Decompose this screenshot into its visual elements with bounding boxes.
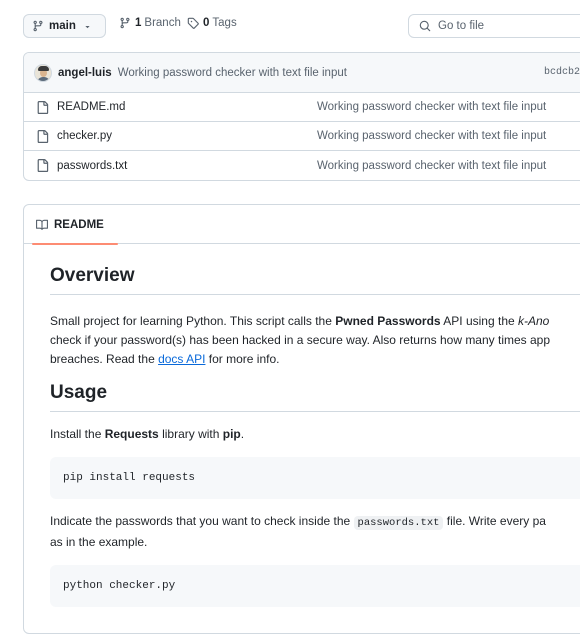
code-install-command: pip install requests [63, 472, 196, 484]
file-icon [37, 129, 49, 143]
overview-paragraph-line1: Small project for learning Python. This … [50, 314, 550, 328]
book-icon [36, 219, 48, 230]
branches-link[interactable]: 1 Branch [119, 17, 181, 29]
usage-passwords-line1: Indicate the passwords that you want to … [50, 514, 546, 530]
git-branch-icon [33, 20, 43, 32]
file-commit-message[interactable]: Working password checker with text file … [317, 130, 546, 142]
commit-message[interactable]: Working password checker with text file … [118, 67, 347, 79]
overview-paragraph-line3: breaches. Read the docs API for more inf… [50, 352, 280, 366]
go-to-file-input[interactable]: Go to file [408, 14, 580, 38]
branches-count: 1 [135, 17, 142, 29]
docs-api-link[interactable]: docs API [158, 352, 205, 366]
usage-passwords-line2: as in the example. [50, 535, 148, 549]
readme-content: Overview Small project for learning Pyth… [50, 265, 580, 607]
tags-count: 0 [203, 17, 210, 29]
file-commit-message[interactable]: Working password checker with text file … [317, 101, 546, 113]
caret-down-icon [85, 25, 90, 28]
code-block-install[interactable]: pip install requests [50, 457, 580, 499]
go-to-file-placeholder: Go to file [438, 20, 485, 32]
tab-readme[interactable]: README [32, 205, 118, 245]
latest-commit-row: angel-luis Working password checker with… [24, 53, 580, 93]
file-name[interactable]: passwords.txt [57, 160, 127, 172]
branches-label: Branch [144, 17, 181, 29]
search-icon [419, 20, 431, 32]
code-run-command: python checker.py [63, 580, 176, 592]
avatar[interactable] [34, 63, 52, 82]
pwned-passwords-text: Pwned Passwords [335, 314, 441, 328]
usage-heading: Usage [50, 382, 580, 412]
code-block-run[interactable]: python checker.py [50, 565, 580, 607]
file-row-passwords[interactable]: passwords.txt Working password checker w… [24, 151, 580, 180]
file-row-checker[interactable]: checker.py Working password checker with… [24, 122, 580, 151]
readme-panel: README Overview Small project for learni… [23, 204, 580, 634]
tag-icon [187, 17, 199, 29]
file-icon [37, 100, 49, 114]
usage-install-text: Install the Requests library with pip. [50, 427, 245, 441]
file-name[interactable]: checker.py [57, 130, 112, 142]
file-listing: angel-luis Working password checker with… [23, 52, 580, 181]
readme-header: README [24, 205, 580, 245]
commit-author[interactable]: angel-luis [58, 67, 112, 79]
readme-tab-label: README [54, 218, 104, 231]
git-branch-icon [120, 17, 130, 29]
overview-heading: Overview [50, 265, 580, 295]
active-tab-indicator [32, 243, 118, 245]
file-icon [37, 159, 49, 172]
file-commit-message[interactable]: Working password checker with text file … [317, 160, 546, 172]
k-anonymity-text: k-Ano [518, 314, 550, 328]
branch-name: main [49, 20, 76, 32]
tags-link[interactable]: 0 Tags [187, 17, 237, 29]
overview-paragraph-line2: check if your password(s) has been hacke… [50, 333, 551, 347]
file-row-readme[interactable]: README.md Working password checker with … [24, 93, 580, 122]
passwords-file-code: passwords.txt [353, 516, 444, 530]
file-name[interactable]: README.md [57, 101, 125, 113]
branch-select-button[interactable]: main [23, 14, 106, 38]
commit-sha[interactable]: bcdcb2 [544, 67, 580, 78]
repo-toolbar: main 1 Branch 0 Tags Go to file [23, 14, 580, 38]
tags-label: Tags [212, 17, 237, 29]
